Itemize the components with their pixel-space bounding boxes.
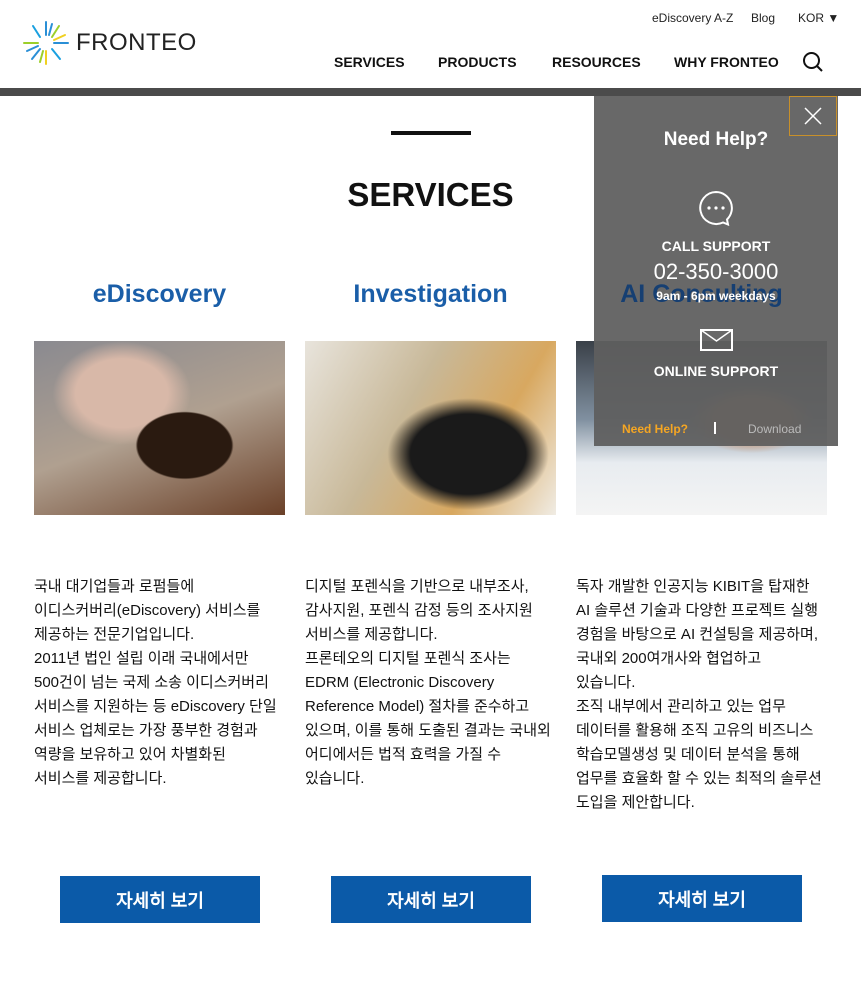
text-line: 프론테오의 디지털 포렌식 조사는 [305, 650, 511, 667]
text-line: 감사지원, 포렌식 감정 등의 조사지원 [305, 602, 533, 619]
text-line: 업무를 효율화 할 수 있는 최적의 솔루션 [576, 770, 822, 787]
text-line: 있습니다. [576, 674, 636, 691]
nav-resources[interactable]: RESOURCES [552, 54, 641, 70]
text-line: 서비스를 제공합니다. [305, 626, 438, 643]
text-line: 서비스를 지원하는 등 eDiscovery 단일 [34, 698, 277, 715]
tab-divider [714, 422, 716, 434]
fronteo-burst-icon [23, 21, 69, 65]
caret-down-icon: ▼ [827, 11, 840, 25]
nav-why-fronteo[interactable]: WHY FRONTEO [674, 54, 779, 70]
phone-number[interactable]: 02-350-3000 [594, 259, 838, 285]
text-line: 어디에서든 법적 효력을 가질 수 [305, 746, 502, 763]
chat-bubble-icon [699, 190, 733, 226]
service-description: 독자 개발한 인공지능 KIBIT을 탑재한 AI 솔루션 기술과 다양한 프로젝… [576, 575, 846, 815]
text-line: Reference Model) 절차를 준수하고 [305, 698, 530, 715]
util-link-ediscovery-az[interactable]: eDiscovery A-Z [652, 11, 733, 25]
text-line: 역량을 보유하고 있어 차별화된 [34, 746, 226, 763]
text-line: 독자 개발한 인공지능 KIBIT을 탑재한 [576, 578, 810, 595]
text-line: 있으며, 이를 통해 도출된 결과는 국내외 [305, 722, 551, 739]
ai-consulting-more-button[interactable]: 자세히 보기 [602, 875, 802, 922]
header: FRONTEO eDiscovery A-Z Blog KOR ▼ SERVIC… [0, 0, 861, 88]
search-icon[interactable] [802, 51, 824, 73]
help-title: Need Help? [663, 129, 769, 150]
text-line: 국내 대기업들과 로펌들에 [34, 578, 195, 595]
language-label: KOR [798, 11, 825, 25]
investigation-more-button[interactable]: 자세히 보기 [331, 876, 531, 923]
text-line: 도입을 제안합니다. [576, 794, 695, 811]
text-line: AI 솔루션 기술과 다양한 프로젝트 실행 [576, 602, 819, 619]
logo-text: FRONTEO [76, 29, 197, 56]
text-line: 학습모델생성 및 데이터 분석을 통해 [576, 746, 800, 763]
nav-products[interactable]: PRODUCTS [438, 54, 517, 70]
title-rule [391, 131, 471, 135]
util-link-blog[interactable]: Blog [751, 11, 775, 25]
online-support-link[interactable]: ONLINE SUPPORT [594, 363, 838, 379]
text-line: 국내외 200여개사와 협업하고 [576, 650, 762, 667]
gavel-laptop-image [34, 341, 285, 515]
text-line: 서비스를 제공합니다. [34, 770, 167, 787]
header-divider [0, 88, 861, 96]
service-description: 국내 대기업들과 로펌들에이디스커버리(eDiscovery) 서비스를제공하는… [34, 575, 294, 791]
support-hours: 9am - 6pm weekdays [656, 289, 776, 303]
language-select[interactable]: KOR ▼ [798, 11, 839, 25]
tab-download[interactable]: Download [748, 422, 801, 436]
tab-need-help[interactable]: Need Help? [622, 422, 688, 436]
text-line: 이디스커버리(eDiscovery) 서비스를 [34, 602, 261, 619]
text-line: 500건이 넘는 국제 소송 이디스커버리 [34, 674, 269, 691]
text-line: 조직 내부에서 관리하고 있는 업무 [576, 698, 786, 715]
text-line: 데이터를 활용해 조직 고유의 비즈니스 [576, 722, 814, 739]
ediscovery-more-button[interactable]: 자세히 보기 [60, 876, 260, 923]
logo[interactable]: FRONTEO [22, 20, 197, 66]
service-heading: Investigation [353, 280, 508, 308]
text-line: EDRM (Electronic Discovery [305, 674, 495, 691]
files-folders-image [305, 341, 556, 515]
text-line: 2011년 법인 설립 이래 국내에서만 [34, 650, 249, 667]
service-heading: eDiscovery [92, 280, 227, 308]
help-panel: Need Help? CALL SUPPORT 02-350-3000 9am … [594, 96, 838, 446]
call-support-label: CALL SUPPORT [661, 238, 771, 254]
text-line: 서비스 업체로는 가장 풍부한 경험과 [34, 722, 258, 739]
service-description: 디지털 포렌식을 기반으로 내부조사, 감사지원, 포렌식 감정 등의 조사지원서… [305, 575, 565, 791]
text-line: 경험을 바탕으로 AI 컨설팅을 제공하며, [576, 626, 819, 643]
text-line: 있습니다. [305, 770, 365, 787]
nav-services[interactable]: SERVICES [334, 54, 405, 70]
envelope-icon [700, 329, 733, 351]
text-line: 제공하는 전문기업입니다. [34, 626, 195, 643]
text-line: 디지털 포렌식을 기반으로 내부조사, [305, 578, 529, 595]
